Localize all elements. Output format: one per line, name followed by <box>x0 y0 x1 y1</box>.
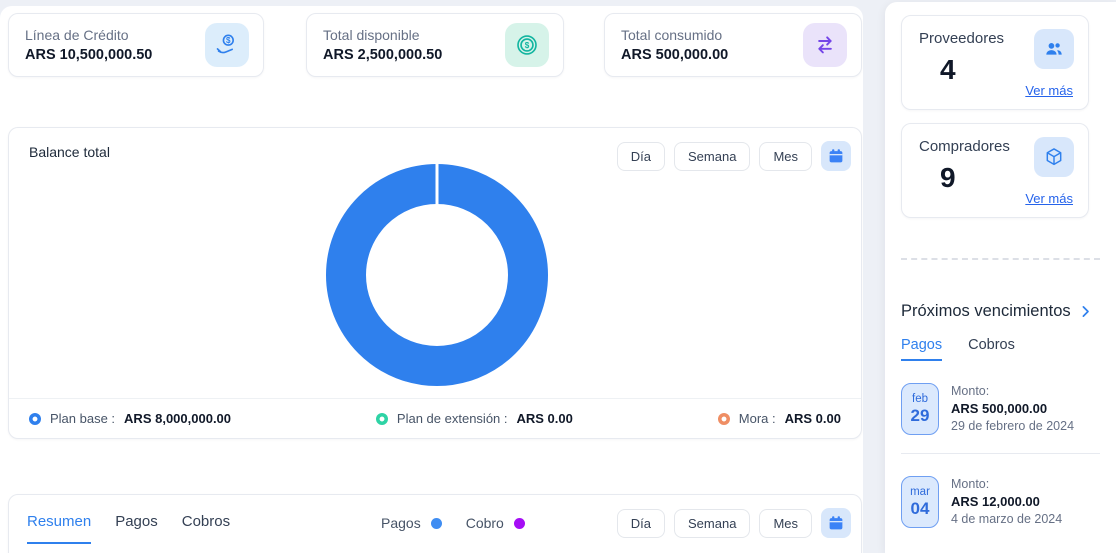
summary-period-group: Día Semana Mes <box>617 508 851 538</box>
calendar-button[interactable] <box>821 508 851 538</box>
tab-cobros[interactable]: Cobros <box>968 337 1015 361</box>
balance-title: Balance total <box>29 144 110 160</box>
calendar-icon <box>827 514 845 532</box>
upcoming-tabs: Pagos Cobros <box>901 337 1100 361</box>
legend-item-cobro: Cobro <box>466 515 525 531</box>
stat-value: ARS 2,500,000.50 <box>323 47 505 63</box>
swap-arrows-icon <box>803 23 847 67</box>
due-date-text: 29 de febrero de 2024 <box>951 419 1074 433</box>
summary-tabs: Resumen Pagos Cobros <box>27 513 230 544</box>
due-amount-label: Monto: <box>951 477 1062 491</box>
due-amount-label: Monto: <box>951 384 1074 398</box>
month-button[interactable]: Mes <box>759 142 812 171</box>
legend-item-pagos: Pagos <box>381 515 442 531</box>
providers-card: Proveedores 4 Ver más <box>901 15 1089 110</box>
legend-label: Plan de extensión : <box>397 411 508 426</box>
day-button[interactable]: Día <box>617 142 665 171</box>
legend-value: ARS 0.00 <box>785 411 841 426</box>
stat-card-available: Total disponible ARS 2,500,000.50 $ <box>306 13 564 77</box>
legend-dot <box>514 518 525 529</box>
stat-card-credit-line: Línea de Crédito ARS 10,500,000.50 $ <box>8 13 264 77</box>
buyers-count: 9 <box>940 162 956 194</box>
coin-icon: $ <box>505 23 549 67</box>
legend-dot <box>29 413 41 425</box>
providers-see-more-link[interactable]: Ver más <box>1025 83 1073 98</box>
buyers-label: Compradores <box>919 138 1010 155</box>
legend-value: ARS 0.00 <box>517 411 573 426</box>
week-button[interactable]: Semana <box>674 509 750 538</box>
providers-count: 4 <box>940 54 956 86</box>
sidebar-divider <box>901 258 1100 260</box>
legend-dot <box>376 413 388 425</box>
calendar-button[interactable] <box>821 141 851 171</box>
legend-item-plan-base: Plan base : ARS 8,000,000.00 <box>29 411 231 426</box>
buyers-see-more-link[interactable]: Ver más <box>1025 191 1073 206</box>
legend-item-mora: Mora : ARS 0.00 <box>718 411 841 426</box>
due-day: 04 <box>902 499 938 519</box>
due-date-text: 4 de marzo de 2024 <box>951 512 1062 526</box>
legend-label: Plan base : <box>50 411 115 426</box>
legend-label: Cobro <box>466 515 504 531</box>
tab-resumen[interactable]: Resumen <box>27 513 91 544</box>
upcoming-dues-title: Próximos vencimientos <box>901 302 1071 321</box>
buyers-card: Compradores 9 Ver más <box>901 123 1089 218</box>
legend-dot <box>718 413 730 425</box>
due-month: feb <box>902 393 938 406</box>
providers-label: Proveedores <box>919 30 1004 47</box>
cube-icon <box>1034 137 1074 177</box>
summary-legend: Pagos Cobro <box>381 515 525 531</box>
balance-donut-svg <box>326 164 548 386</box>
legend-label: Pagos <box>381 515 421 531</box>
week-button[interactable]: Semana <box>674 142 750 171</box>
legend-value: ARS 8,000,000.00 <box>124 411 231 426</box>
month-button[interactable]: Mes <box>759 509 812 538</box>
stat-value: ARS 10,500,000.50 <box>25 47 205 63</box>
due-amount: ARS 12,000.00 <box>951 494 1062 509</box>
due-amount: ARS 500,000.00 <box>951 401 1074 416</box>
due-item: feb 29 Monto: ARS 500,000.00 29 de febre… <box>901 361 1100 453</box>
stat-label: Total consumido <box>621 27 803 43</box>
legend-label: Mora : <box>739 411 776 426</box>
svg-text:$: $ <box>525 41 530 50</box>
balance-card: Balance total Día Semana Mes <box>8 127 862 439</box>
tab-pagos[interactable]: Pagos <box>115 513 158 544</box>
hand-coin-icon: $ <box>205 23 249 67</box>
balance-donut <box>326 164 548 386</box>
balance-period-group: Día Semana Mes <box>617 141 851 171</box>
stat-card-consumed: Total consumido ARS 500,000.00 <box>604 13 862 77</box>
calendar-icon <box>827 147 845 165</box>
users-icon <box>1034 29 1074 69</box>
legend-item-plan-extension: Plan de extensión : ARS 0.00 <box>376 411 573 426</box>
due-date-badge: mar 04 <box>901 476 939 528</box>
day-button[interactable]: Día <box>617 509 665 538</box>
tab-pagos[interactable]: Pagos <box>901 337 942 361</box>
upcoming-dues-header[interactable]: Próximos vencimientos <box>901 302 1100 321</box>
balance-legend: Plan base : ARS 8,000,000.00 Plan de ext… <box>9 398 861 438</box>
due-day: 29 <box>902 406 938 426</box>
summary-card: Resumen Pagos Cobros Pagos Cobro Día Sem… <box>8 494 862 553</box>
stat-value: ARS 500,000.00 <box>621 47 803 63</box>
stat-label: Línea de Crédito <box>25 27 205 43</box>
svg-text:$: $ <box>226 36 231 45</box>
right-sidebar: Proveedores 4 Ver más Compradores 9 <box>885 2 1116 553</box>
due-month: mar <box>902 486 938 499</box>
legend-dot <box>431 518 442 529</box>
due-item: mar 04 Monto: ARS 12,000.00 4 de marzo d… <box>901 454 1100 546</box>
dashboard-frame: Línea de Crédito ARS 10,500,000.50 $ Tot… <box>0 0 1116 553</box>
tab-cobros[interactable]: Cobros <box>182 513 230 544</box>
main-panel: Línea de Crédito ARS 10,500,000.50 $ Tot… <box>0 6 863 553</box>
chevron-right-icon <box>1077 303 1094 320</box>
due-date-badge: feb 29 <box>901 383 939 435</box>
stat-label: Total disponible <box>323 27 505 43</box>
